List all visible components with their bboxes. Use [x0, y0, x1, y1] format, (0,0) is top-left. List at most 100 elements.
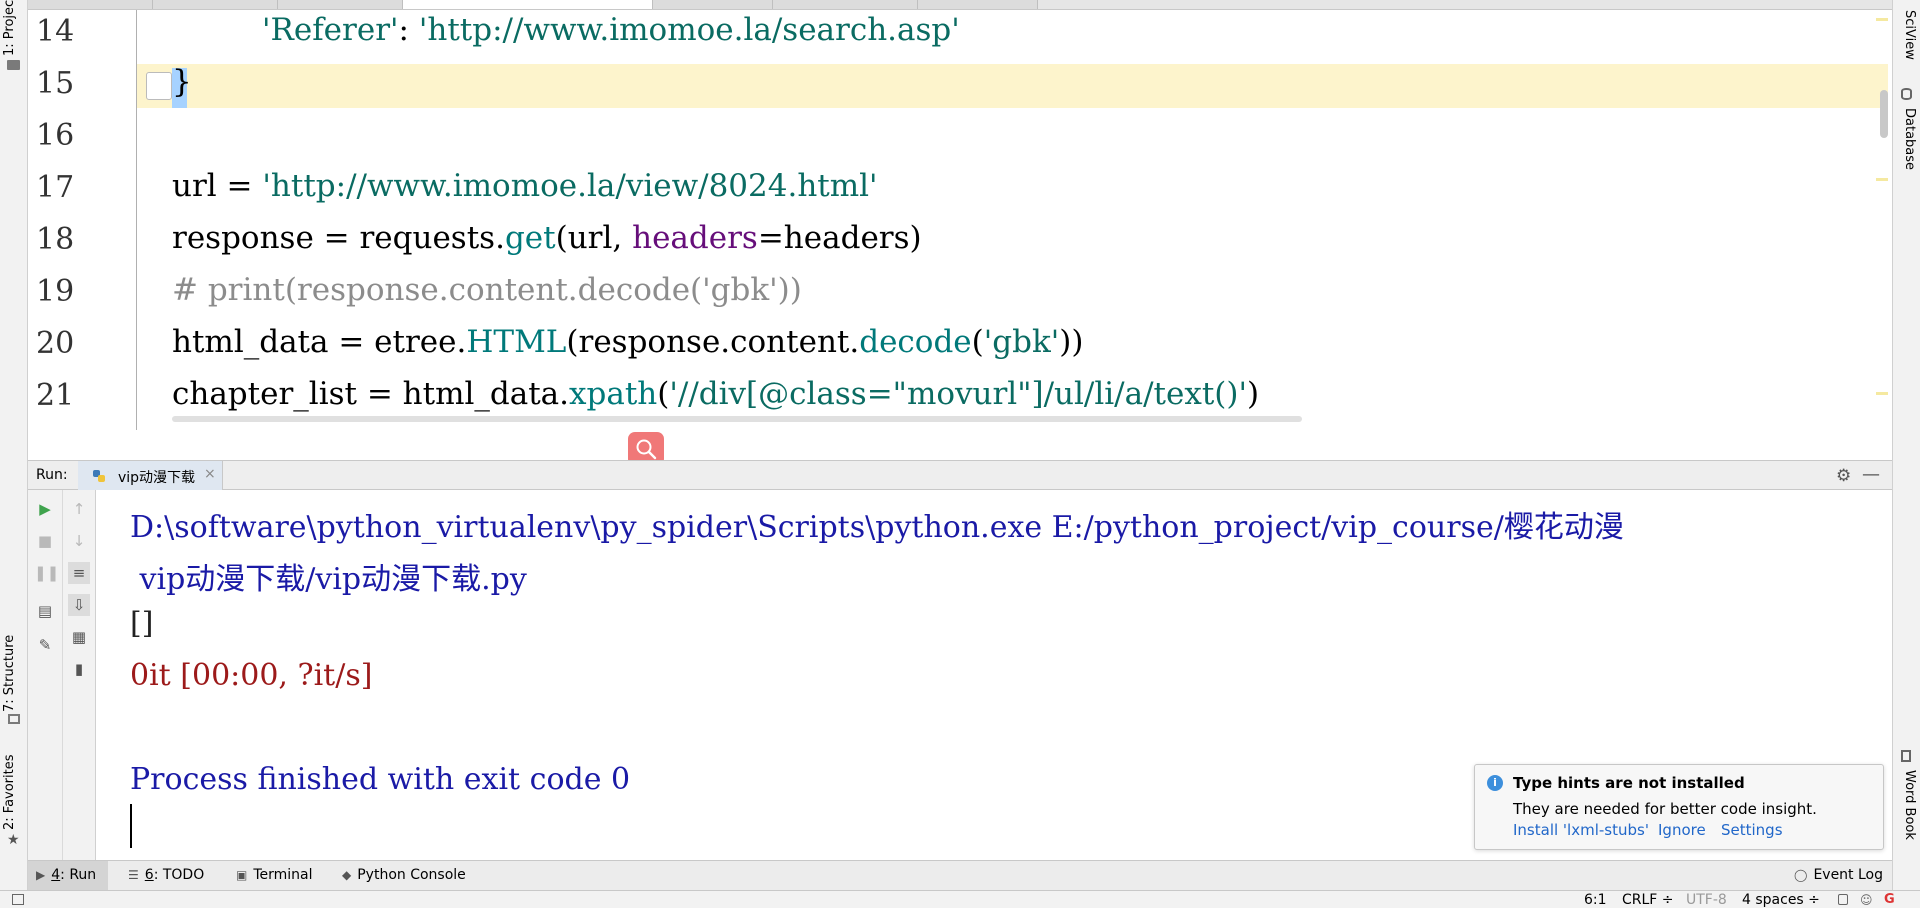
gutter-divider — [136, 10, 137, 430]
left-tool-strip: 1: Project 7: Structure 2: Favorites ★ — [0, 0, 28, 890]
sciview-tool-tab[interactable]: SciView — [1902, 10, 1917, 60]
toggle-panel-icon[interactable] — [12, 894, 24, 905]
stop-icon[interactable]: ■ — [34, 530, 56, 552]
run-panel-header: Run: vip动漫下载 × ⚙ — — [28, 460, 1892, 490]
editor-tab[interactable] — [918, 0, 1038, 9]
editor-tab[interactable] — [28, 0, 153, 9]
code-line-18: response = requests.get(url, headers=hea… — [172, 220, 922, 256]
console-line-exit: Process finished with exit code 0 — [130, 762, 631, 797]
line-number: 18 — [36, 222, 75, 257]
line-number: 14 — [36, 14, 75, 49]
arrow-down-icon[interactable]: ↓ — [68, 530, 90, 552]
python-icon: ◆ — [342, 868, 352, 882]
pin-icon[interactable]: ✎ — [34, 634, 56, 656]
code-line-21: chapter_list = html_data.xpath('//div[@c… — [172, 376, 1260, 412]
run-toolbar: ▶ ■ ❚❚ ▤ ✎ ↑ ↓ ≡ ⇩ ▦ ▮ — [28, 490, 96, 860]
settings-link[interactable]: Settings — [1721, 821, 1783, 839]
info-icon: i — [1487, 775, 1503, 791]
line-number: 17 — [36, 170, 75, 205]
code-line-20: html_data = etree.HTML(response.content.… — [172, 324, 1084, 360]
toolbar-divider — [62, 490, 63, 860]
warning-stripe-mark[interactable] — [1876, 18, 1888, 21]
horizontal-scrollbar[interactable] — [172, 416, 1302, 422]
console-line-command: D:\software\python_virtualenv\py_spider\… — [130, 510, 1624, 545]
print-icon[interactable]: ▦ — [68, 626, 90, 648]
favorites-tool-tab[interactable]: 2: Favorites — [2, 754, 17, 830]
run-config-tab[interactable]: vip动漫下载 × — [78, 461, 223, 490]
editor-tab[interactable] — [653, 0, 773, 9]
line-number: 16 — [36, 118, 75, 153]
event-log-tool-tab[interactable]: ◯ Event Log — [1786, 861, 1890, 890]
fold-marker-icon[interactable] — [146, 72, 172, 100]
code-line-17: url = 'http://www.imomoe.la/view/8024.ht… — [172, 168, 878, 204]
code-line-15: } — [172, 64, 192, 100]
close-icon[interactable]: × — [204, 466, 216, 482]
lock-icon[interactable] — [1838, 894, 1848, 905]
current-line-highlight — [28, 64, 1888, 108]
notification-title: Type hints are not installed — [1513, 774, 1745, 792]
pause-icon[interactable]: ❚❚ — [34, 562, 59, 584]
editor-tab[interactable] — [773, 0, 918, 9]
console-line-output: [] — [130, 606, 154, 641]
terminal-tool-tab[interactable]: ▣ Terminal — [228, 861, 328, 890]
code-line-19: # print(response.content.decode('gbk')) — [172, 272, 802, 308]
todo-tool-tab[interactable]: ☰ 6: TODO — [120, 861, 220, 890]
line-number: 15 — [36, 66, 75, 101]
editor-tab-active[interactable] — [403, 0, 653, 9]
indent-setting[interactable]: 4 spaces ÷ — [1742, 892, 1820, 908]
caret-position[interactable]: 6:1 — [1584, 892, 1607, 908]
python-console-tool-tab[interactable]: ◆ Python Console — [334, 861, 484, 890]
file-encoding[interactable]: UTF-8 — [1686, 892, 1727, 908]
trash-icon[interactable]: ▮ — [68, 658, 90, 680]
right-tool-strip: SciView Database Word Book — [1892, 0, 1920, 890]
layout-icon[interactable]: ▤ — [34, 600, 56, 622]
folder-icon — [7, 60, 20, 70]
type-hints-notification: i Type hints are not installed They are … — [1474, 764, 1884, 850]
arrow-up-icon[interactable]: ↑ — [68, 498, 90, 520]
project-tool-tab[interactable]: 1: Project — [2, 0, 17, 56]
wordbook-icon — [1901, 750, 1911, 762]
warning-stripe-mark[interactable] — [1876, 392, 1888, 395]
tool-window-bar: ▶ 4: Run ☰ 6: TODO ▣ Terminal ◆ Python Conso… — [28, 860, 1892, 890]
editor-tab[interactable] — [278, 0, 403, 9]
rerun-icon[interactable]: ▶ — [34, 498, 56, 520]
play-icon: ▶ — [36, 868, 46, 882]
wordbook-tool-tab[interactable]: Word Book — [1902, 770, 1917, 840]
terminal-icon: ▣ — [236, 868, 248, 882]
editor-tab[interactable] — [153, 0, 278, 9]
scroll-to-end-icon[interactable]: ⇩ — [68, 594, 90, 616]
soft-wrap-icon[interactable]: ≡ — [68, 562, 90, 584]
gear-icon[interactable]: ⚙ — [1836, 466, 1851, 486]
line-number: 19 — [36, 274, 75, 309]
notification-body: They are needed for better code insight. — [1513, 800, 1817, 818]
vertical-scrollbar[interactable] — [1880, 90, 1888, 138]
event-log-icon: ◯ — [1794, 868, 1808, 882]
list-icon: ☰ — [128, 868, 139, 882]
text-cursor — [130, 804, 132, 848]
run-panel-label: Run: — [36, 467, 68, 483]
minimize-icon[interactable]: — — [1862, 464, 1880, 485]
code-editor[interactable]: 14 15 16 17 18 19 20 21 'Referer': 'http… — [28, 0, 1892, 430]
google-icon[interactable]: G — [1884, 892, 1895, 907]
editor-tabs-strip — [28, 0, 1892, 10]
console-line-progress: 0it [00:00, ?it/s] — [130, 658, 373, 693]
search-icon — [636, 439, 657, 460]
database-tool-tab[interactable]: Database — [1902, 108, 1917, 170]
console-line-command-cont: vip动漫下载/vip动漫下载.py — [130, 562, 527, 597]
line-separator[interactable]: CRLF ÷ — [1622, 892, 1674, 908]
install-stubs-link[interactable]: Install 'lxml-stubs' — [1513, 821, 1649, 839]
run-config-tab-label: vip动漫下载 — [118, 470, 196, 486]
star-icon: ★ — [7, 832, 20, 848]
warning-stripe-mark[interactable] — [1876, 178, 1888, 181]
ignore-link[interactable]: Ignore — [1658, 821, 1706, 839]
inspector-icon[interactable]: ☺ — [1860, 893, 1873, 907]
python-file-icon — [93, 470, 105, 482]
code-line-14: 'Referer': 'http://www.imomoe.la/search.… — [262, 12, 960, 48]
status-bar: 6:1 CRLF ÷ UTF-8 4 spaces ÷ ☺ G — [0, 890, 1920, 908]
run-tool-tab[interactable]: ▶ 4: Run — [28, 861, 108, 890]
database-icon — [1901, 88, 1912, 100]
line-number: 21 — [36, 378, 75, 413]
line-number: 20 — [36, 326, 75, 361]
structure-tool-tab[interactable]: 7: Structure — [2, 635, 17, 712]
structure-icon — [8, 714, 20, 724]
